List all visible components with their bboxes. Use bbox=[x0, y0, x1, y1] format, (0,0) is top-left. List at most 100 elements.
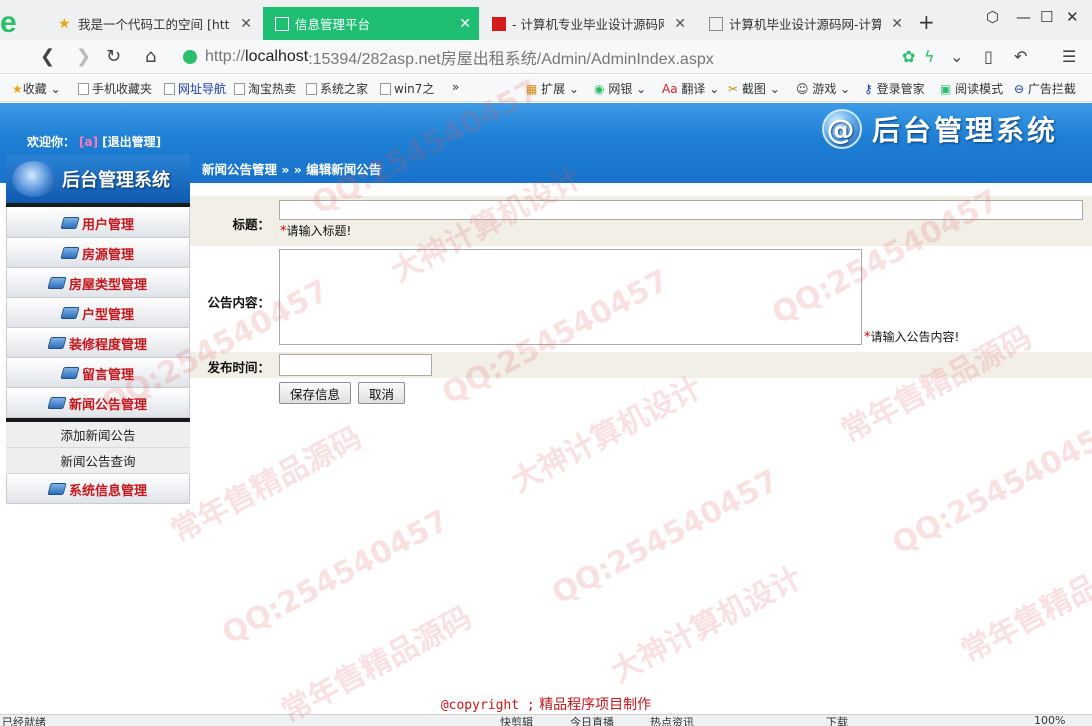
watermark-text: 常年售精品源码 bbox=[955, 540, 1092, 670]
sidebar-item-news[interactable]: 新闻公告管理 bbox=[6, 388, 190, 418]
bookmark-system-home[interactable]: 系统之家 bbox=[306, 80, 368, 97]
cancel-button[interactable]: 取消 bbox=[358, 382, 406, 404]
login-manager-button[interactable]: ⚷ 登录管家 bbox=[864, 80, 925, 97]
skin-icon[interactable]: ⬡ bbox=[986, 8, 999, 26]
submenu-add-news[interactable]: 添加新闻公告 bbox=[6, 422, 190, 448]
watermark-text: 大神计算机设计 bbox=[505, 370, 708, 500]
close-icon[interactable]: ✕ bbox=[455, 16, 471, 32]
bookmark-more[interactable]: » bbox=[452, 80, 459, 94]
games-button[interactable]: ☺ 游戏 ⌄ bbox=[796, 80, 850, 97]
flag-icon bbox=[492, 16, 506, 31]
sidebar-item-house-types[interactable]: 房屋类型管理 bbox=[6, 268, 190, 298]
forward-icon[interactable]: ❯ bbox=[76, 46, 91, 67]
address-bar: ❮ ❯ ↻ ⌂ http://localhost:15394/282asp.ne… bbox=[0, 40, 1092, 74]
status-zoom[interactable]: 100% bbox=[1034, 715, 1065, 726]
save-button[interactable]: 保存信息 bbox=[279, 382, 352, 404]
tab-source-code-site[interactable]: - 计算机专业毕业设计源码网 ✕ bbox=[480, 7, 694, 40]
ad-block-button[interactable]: ⊖ 广告拦截 bbox=[1014, 80, 1076, 97]
date-row: 发布时间： bbox=[190, 352, 1092, 378]
bookmark-win7[interactable]: win7之 bbox=[380, 80, 434, 97]
shield-icon: ◉ bbox=[594, 82, 605, 96]
title-hint: *请输入标题! bbox=[280, 224, 352, 239]
page-icon bbox=[78, 83, 89, 95]
leaf-icon[interactable]: ✿ bbox=[902, 47, 915, 66]
close-icon[interactable]: ✕ bbox=[887, 16, 903, 32]
minimize-icon[interactable]: — bbox=[1016, 8, 1031, 26]
translate-button[interactable]: Aa 翻译 ⌄ bbox=[662, 80, 719, 97]
status-quick-edit[interactable]: 快剪辑 bbox=[500, 715, 533, 726]
grid-icon: ▦ bbox=[526, 82, 538, 96]
new-tab-button[interactable]: + bbox=[918, 10, 935, 34]
logout-link[interactable]: [退出管理] bbox=[102, 135, 161, 149]
chevron-down-icon[interactable]: ⌄ bbox=[950, 47, 963, 66]
menu-icon-cube bbox=[60, 307, 80, 319]
at-sign-icon: @ bbox=[821, 109, 862, 149]
sidebar-menu: 用户管理 房源管理 房屋类型管理 户型管理 装修程度管理 留言管理 新闻公告管理… bbox=[6, 208, 190, 504]
sidebar-item-users[interactable]: 用户管理 bbox=[6, 208, 190, 238]
page-icon bbox=[275, 16, 289, 31]
page-icon bbox=[234, 83, 245, 95]
sidebar-item-decoration[interactable]: 装修程度管理 bbox=[6, 328, 190, 358]
title-row: 标题： *请输入标题! bbox=[190, 196, 1092, 246]
content-label: 公告内容： bbox=[207, 295, 270, 310]
status-news[interactable]: 热点资讯 bbox=[650, 715, 694, 726]
maximize-icon[interactable]: ☐ bbox=[1040, 8, 1053, 26]
url-input[interactable]: http://localhost:15394/282asp.net房屋出租系统/… bbox=[183, 44, 973, 70]
title-input[interactable] bbox=[279, 200, 1083, 220]
lightning-icon[interactable]: ϟ bbox=[924, 47, 935, 66]
close-window-icon[interactable]: ✕ bbox=[1066, 8, 1079, 26]
bookmark-mobile[interactable]: 手机收藏夹 bbox=[78, 80, 152, 97]
sidebar-item-system-info[interactable]: 系统信息管理 bbox=[6, 474, 190, 504]
sidebar-item-layouts[interactable]: 户型管理 bbox=[6, 298, 190, 328]
tab-personal-space[interactable]: ★ 我是一个代码工的空间 [http: ✕ bbox=[46, 7, 260, 40]
close-icon[interactable]: ✕ bbox=[236, 16, 252, 32]
screenshot-button[interactable]: ✂ 截图 ⌄ bbox=[728, 80, 780, 97]
reload-icon[interactable]: ↻ bbox=[106, 46, 121, 67]
gamepad-icon: ☺ bbox=[796, 82, 809, 96]
gear-globe-icon bbox=[12, 161, 56, 197]
undo-icon[interactable]: ↶ bbox=[1014, 47, 1027, 66]
sidebar-item-messages[interactable]: 留言管理 bbox=[6, 358, 190, 388]
star-icon: ★ bbox=[58, 15, 71, 32]
bookmark-taobao[interactable]: 淘宝热卖 bbox=[234, 80, 296, 97]
close-icon[interactable]: ✕ bbox=[670, 16, 686, 32]
bank-button[interactable]: ◉ 网银 ⌄ bbox=[594, 80, 646, 97]
secure-icon bbox=[183, 50, 197, 64]
menu-icon[interactable]: ☰ bbox=[1062, 47, 1076, 66]
breadcrumb: 新闻公告管理 » » 编辑新闻公告 bbox=[202, 162, 382, 177]
sidebar-item-listings[interactable]: 房源管理 bbox=[6, 238, 190, 268]
browser-tab-bar: e ★ 我是一个代码工的空间 [http: ✕ 信息管理平台 ✕ - 计算机专业… bbox=[0, 0, 1092, 40]
menu-icon-cube bbox=[47, 483, 67, 495]
page-icon bbox=[380, 83, 391, 95]
browser-logo-icon: e bbox=[0, 6, 17, 39]
phone-icon[interactable]: ▯ bbox=[984, 47, 993, 66]
header-logo: @ 后台管理系统 bbox=[821, 109, 1058, 149]
status-live[interactable]: 今日直播 bbox=[570, 715, 614, 726]
menu-icon-cube bbox=[47, 337, 67, 349]
menu-icon-cube bbox=[47, 277, 67, 289]
back-icon[interactable]: ❮ bbox=[40, 46, 55, 67]
block-icon: ⊖ bbox=[1014, 82, 1025, 96]
sidebar-divider bbox=[6, 203, 190, 207]
home-icon[interactable]: ⌂ bbox=[145, 46, 156, 67]
menu-icon-cube bbox=[60, 247, 80, 259]
status-download[interactable]: 下载 bbox=[826, 715, 848, 726]
reading-mode-button[interactable]: ▣ 阅读模式 bbox=[940, 80, 1003, 97]
bookmark-favorites[interactable]: ★收藏 ⌄ bbox=[12, 80, 61, 97]
content-row: 公告内容： *请输入公告内容! bbox=[190, 246, 1092, 352]
extension-button[interactable]: ▦ 扩展 ⌄ bbox=[526, 80, 579, 97]
bookmarks-bar: ★收藏 ⌄ 手机收藏夹 网址导航 淘宝热卖 系统之家 win7之 » ▦ 扩展 … bbox=[0, 75, 1092, 102]
submenu-query-news[interactable]: 新闻公告查询 bbox=[6, 448, 190, 474]
page-icon bbox=[164, 83, 175, 95]
date-input[interactable] bbox=[279, 354, 432, 376]
watermark-text: 常年售精品源码 bbox=[165, 420, 368, 550]
tab-info-platform[interactable]: 信息管理平台 ✕ bbox=[263, 7, 479, 40]
date-label: 发布时间： bbox=[207, 360, 270, 375]
content-textarea[interactable] bbox=[279, 249, 862, 345]
browser-status-bar: 已经就绪 快剪辑 今日直播 热点资讯 下载 100% bbox=[0, 714, 1092, 726]
menu-icon-cube bbox=[47, 397, 67, 409]
watermark-text: QQ:254540457 bbox=[886, 413, 1092, 562]
current-user: [a] bbox=[79, 135, 99, 149]
tab-graduation-design[interactable]: 计算机毕业设计源码网-计算机 ✕ bbox=[697, 7, 911, 40]
bookmark-nav[interactable]: 网址导航 bbox=[164, 80, 226, 97]
